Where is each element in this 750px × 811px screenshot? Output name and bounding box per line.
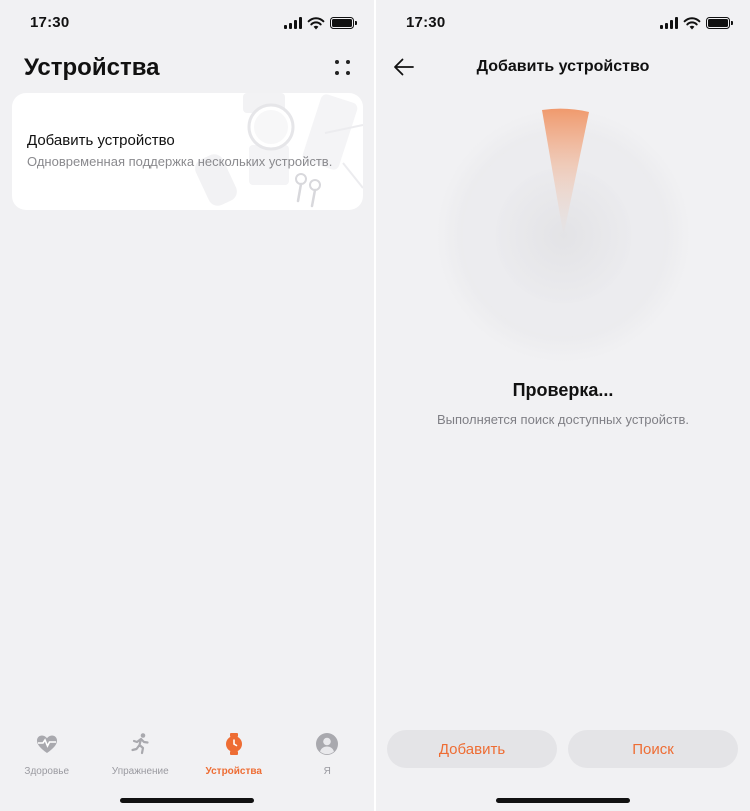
battery-icon bbox=[706, 17, 733, 29]
tab-exercise[interactable]: Упражнение bbox=[94, 725, 188, 785]
tab-exercise-label: Упражнение bbox=[111, 766, 169, 777]
nav-title: Добавить устройство bbox=[476, 58, 650, 75]
radar-scan-animation bbox=[436, 108, 691, 363]
signal-icon bbox=[660, 17, 678, 29]
status-time: 17:30 bbox=[406, 14, 446, 31]
page-title: Устройства bbox=[24, 54, 160, 81]
tab-health-label: Здоровье bbox=[24, 766, 70, 777]
devices-illustration-icon bbox=[195, 93, 363, 208]
tab-health[interactable]: Здоровье bbox=[0, 725, 94, 785]
add-device-card[interactable]: Добавить устройство Одновременная поддер… bbox=[12, 93, 363, 210]
scan-status-title: Проверка... bbox=[512, 380, 614, 400]
status-bar: 17:30 bbox=[0, 0, 374, 46]
avatar-icon bbox=[316, 733, 339, 755]
heart-pulse-icon bbox=[36, 735, 57, 753]
devices-screen: 17:30 Устройства Добавить устройство Одн… bbox=[0, 0, 374, 811]
tab-profile[interactable]: Я bbox=[281, 725, 375, 785]
tab-devices-label: Устройства bbox=[205, 766, 262, 777]
running-icon bbox=[131, 733, 149, 755]
signal-icon bbox=[284, 17, 302, 29]
wifi-icon bbox=[307, 17, 325, 30]
watch-icon bbox=[225, 733, 242, 755]
status-bar: 17:30 bbox=[376, 0, 750, 46]
scan-status-message: Выполняется поиск доступных устройств. bbox=[437, 412, 689, 427]
status-icons bbox=[284, 16, 357, 30]
status-icons bbox=[660, 16, 733, 30]
tab-bar: Здоровье Упражнение Устройства Я bbox=[0, 725, 374, 785]
wifi-icon bbox=[683, 17, 701, 30]
tab-devices[interactable]: Устройства bbox=[187, 725, 281, 785]
home-indicator bbox=[120, 798, 254, 803]
add-device-card-subtitle: Одновременная поддержка нескольких устро… bbox=[27, 154, 333, 169]
add-device-screen: 17:30 Добавить устройство Проверка... Вы… bbox=[376, 0, 750, 811]
grid-menu-icon[interactable] bbox=[334, 59, 352, 77]
battery-icon bbox=[330, 17, 357, 29]
tab-profile-label: Я bbox=[323, 766, 331, 777]
add-button[interactable]: Добавить bbox=[387, 730, 557, 768]
search-button[interactable]: Поиск bbox=[568, 730, 738, 768]
home-indicator bbox=[496, 798, 630, 803]
add-device-card-title: Добавить устройство bbox=[27, 132, 175, 149]
status-time: 17:30 bbox=[30, 14, 70, 31]
